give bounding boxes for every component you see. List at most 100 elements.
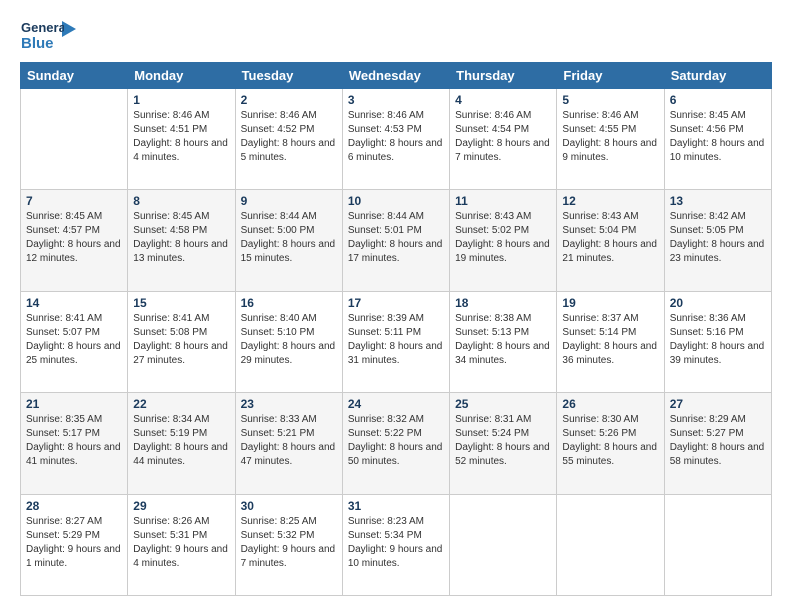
day-number: 16 xyxy=(241,296,337,310)
list-item: 23 Sunrise: 8:33 AMSunset: 5:21 PMDayligh… xyxy=(235,393,342,494)
day-info: Sunrise: 8:27 AMSunset: 5:29 PMDaylight:… xyxy=(26,515,122,571)
list-item: 15Sunrise: 8:41 AMSunset: 5:08 PMDayligh… xyxy=(128,291,235,392)
list-item: 1 Sunrise: 8:46 AMSunset: 4:51 PMDaylight… xyxy=(128,89,235,190)
list-item: 26 Sunrise: 8:30 AMSunset: 5:26 PMDayligh… xyxy=(557,393,664,494)
col-monday: Monday xyxy=(128,63,235,89)
list-item: 12 Sunrise: 8:43 AMSunset: 5:04 PMDayligh… xyxy=(557,190,664,291)
list-item: 14 Sunrise: 8:41 AMSunset: 5:07 PMDayligh… xyxy=(21,291,128,392)
list-item: 29Sunrise: 8:26 AMSunset: 5:31 PMDayligh… xyxy=(128,494,235,595)
list-item: 2 Sunrise: 8:46 AMSunset: 4:52 PMDaylight… xyxy=(235,89,342,190)
header: General Blue xyxy=(20,16,772,52)
list-item: 17 Sunrise: 8:39 AMSunset: 5:11 PMDayligh… xyxy=(342,291,449,392)
day-info: Sunrise: 8:45 AMSunset: 4:57 PMDaylight:… xyxy=(26,210,122,266)
day-info: Sunrise: 8:30 AMSunset: 5:26 PMDaylight:… xyxy=(562,413,658,469)
day-info: Sunrise: 8:41 AMSunset: 5:08 PMDaylight:… xyxy=(133,312,229,368)
day-number: 21 xyxy=(26,397,122,411)
day-number: 23 xyxy=(241,397,337,411)
list-item: 25 Sunrise: 8:31 AMSunset: 5:24 PMDayligh… xyxy=(450,393,557,494)
table-row: 14 Sunrise: 8:41 AMSunset: 5:07 PMDayligh… xyxy=(21,291,772,392)
list-item xyxy=(450,494,557,595)
list-item: 18Sunrise: 8:38 AMSunset: 5:13 PMDayligh… xyxy=(450,291,557,392)
day-number: 27 xyxy=(670,397,766,411)
day-info: Sunrise: 8:46 AMSunset: 4:52 PMDaylight:… xyxy=(241,109,337,165)
list-item: 27 Sunrise: 8:29 AMSunset: 5:27 PMDayligh… xyxy=(664,393,771,494)
list-item xyxy=(21,89,128,190)
day-number: 3 xyxy=(348,93,444,107)
day-info: Sunrise: 8:39 AMSunset: 5:11 PMDaylight:… xyxy=(348,312,444,368)
day-number: 18 xyxy=(455,296,551,310)
day-number: 12 xyxy=(562,194,658,208)
day-number: 31 xyxy=(348,499,444,513)
day-info: Sunrise: 8:44 AMSunset: 5:01 PMDaylight:… xyxy=(348,210,444,266)
day-number: 28 xyxy=(26,499,122,513)
table-row: 1 Sunrise: 8:46 AMSunset: 4:51 PMDaylight… xyxy=(21,89,772,190)
day-info: Sunrise: 8:40 AMSunset: 5:10 PMDaylight:… xyxy=(241,312,337,368)
day-number: 20 xyxy=(670,296,766,310)
day-number: 17 xyxy=(348,296,444,310)
list-item: 8Sunrise: 8:45 AMSunset: 4:58 PMDaylight… xyxy=(128,190,235,291)
day-number: 5 xyxy=(562,93,658,107)
calendar-table: Sunday Monday Tuesday Wednesday Thursday… xyxy=(20,62,772,596)
day-number: 2 xyxy=(241,93,337,107)
logo: General Blue xyxy=(20,16,76,52)
day-number: 1 xyxy=(133,93,229,107)
list-item: 3 Sunrise: 8:46 AMSunset: 4:53 PMDaylight… xyxy=(342,89,449,190)
table-row: 7 Sunrise: 8:45 AMSunset: 4:57 PMDaylight… xyxy=(21,190,772,291)
day-info: Sunrise: 8:34 AMSunset: 5:19 PMDaylight:… xyxy=(133,413,229,469)
table-row: 21 Sunrise: 8:35 AMSunset: 5:17 PMDayligh… xyxy=(21,393,772,494)
day-number: 14 xyxy=(26,296,122,310)
day-info: Sunrise: 8:44 AMSunset: 5:00 PMDaylight:… xyxy=(241,210,337,266)
day-info: Sunrise: 8:45 AMSunset: 4:56 PMDaylight:… xyxy=(670,109,766,165)
day-number: 25 xyxy=(455,397,551,411)
day-info: Sunrise: 8:46 AMSunset: 4:53 PMDaylight:… xyxy=(348,109,444,165)
list-item: 5Sunrise: 8:46 AMSunset: 4:55 PMDaylight… xyxy=(557,89,664,190)
day-info: Sunrise: 8:43 AMSunset: 5:04 PMDaylight:… xyxy=(562,210,658,266)
day-info: Sunrise: 8:37 AMSunset: 5:14 PMDaylight:… xyxy=(562,312,658,368)
list-item xyxy=(664,494,771,595)
svg-text:General: General xyxy=(21,20,64,35)
list-item: 7 Sunrise: 8:45 AMSunset: 4:57 PMDaylight… xyxy=(21,190,128,291)
svg-text:Blue: Blue xyxy=(21,35,54,52)
page: General Blue Sunday Monday Tuesday Wedne… xyxy=(0,0,792,612)
day-info: Sunrise: 8:43 AMSunset: 5:02 PMDaylight:… xyxy=(455,210,551,266)
list-item: 21 Sunrise: 8:35 AMSunset: 5:17 PMDayligh… xyxy=(21,393,128,494)
day-info: Sunrise: 8:29 AMSunset: 5:27 PMDaylight:… xyxy=(670,413,766,469)
day-info: Sunrise: 8:41 AMSunset: 5:07 PMDaylight:… xyxy=(26,312,122,368)
day-number: 7 xyxy=(26,194,122,208)
day-info: Sunrise: 8:31 AMSunset: 5:24 PMDaylight:… xyxy=(455,413,551,469)
day-number: 6 xyxy=(670,93,766,107)
list-item: 31Sunrise: 8:23 AMSunset: 5:34 PMDayligh… xyxy=(342,494,449,595)
list-item: 9 Sunrise: 8:44 AMSunset: 5:00 PMDaylight… xyxy=(235,190,342,291)
list-item: 11 Sunrise: 8:43 AMSunset: 5:02 PMDayligh… xyxy=(450,190,557,291)
list-item: 22Sunrise: 8:34 AMSunset: 5:19 PMDayligh… xyxy=(128,393,235,494)
day-info: Sunrise: 8:46 AMSunset: 4:54 PMDaylight:… xyxy=(455,109,551,165)
day-number: 4 xyxy=(455,93,551,107)
list-item: 24Sunrise: 8:32 AMSunset: 5:22 PMDayligh… xyxy=(342,393,449,494)
day-number: 26 xyxy=(562,397,658,411)
col-tuesday: Tuesday xyxy=(235,63,342,89)
day-number: 30 xyxy=(241,499,337,513)
day-number: 13 xyxy=(670,194,766,208)
col-wednesday: Wednesday xyxy=(342,63,449,89)
day-number: 29 xyxy=(133,499,229,513)
list-item: 30Sunrise: 8:25 AMSunset: 5:32 PMDayligh… xyxy=(235,494,342,595)
day-number: 9 xyxy=(241,194,337,208)
day-info: Sunrise: 8:33 AMSunset: 5:21 PMDaylight:… xyxy=(241,413,337,469)
table-row: 28 Sunrise: 8:27 AMSunset: 5:29 PMDayligh… xyxy=(21,494,772,595)
list-item xyxy=(557,494,664,595)
day-info: Sunrise: 8:32 AMSunset: 5:22 PMDaylight:… xyxy=(348,413,444,469)
col-saturday: Saturday xyxy=(664,63,771,89)
day-info: Sunrise: 8:46 AMSunset: 4:51 PMDaylight:… xyxy=(133,109,229,165)
list-item: 6 Sunrise: 8:45 AMSunset: 4:56 PMDaylight… xyxy=(664,89,771,190)
col-friday: Friday xyxy=(557,63,664,89)
col-thursday: Thursday xyxy=(450,63,557,89)
list-item: 13Sunrise: 8:42 AMSunset: 5:05 PMDayligh… xyxy=(664,190,771,291)
list-item: 4 Sunrise: 8:46 AMSunset: 4:54 PMDaylight… xyxy=(450,89,557,190)
header-row: Sunday Monday Tuesday Wednesday Thursday… xyxy=(21,63,772,89)
day-number: 11 xyxy=(455,194,551,208)
col-sunday: Sunday xyxy=(21,63,128,89)
list-item: 28 Sunrise: 8:27 AMSunset: 5:29 PMDayligh… xyxy=(21,494,128,595)
day-info: Sunrise: 8:35 AMSunset: 5:17 PMDaylight:… xyxy=(26,413,122,469)
list-item: 16 Sunrise: 8:40 AMSunset: 5:10 PMDayligh… xyxy=(235,291,342,392)
day-number: 8 xyxy=(133,194,229,208)
